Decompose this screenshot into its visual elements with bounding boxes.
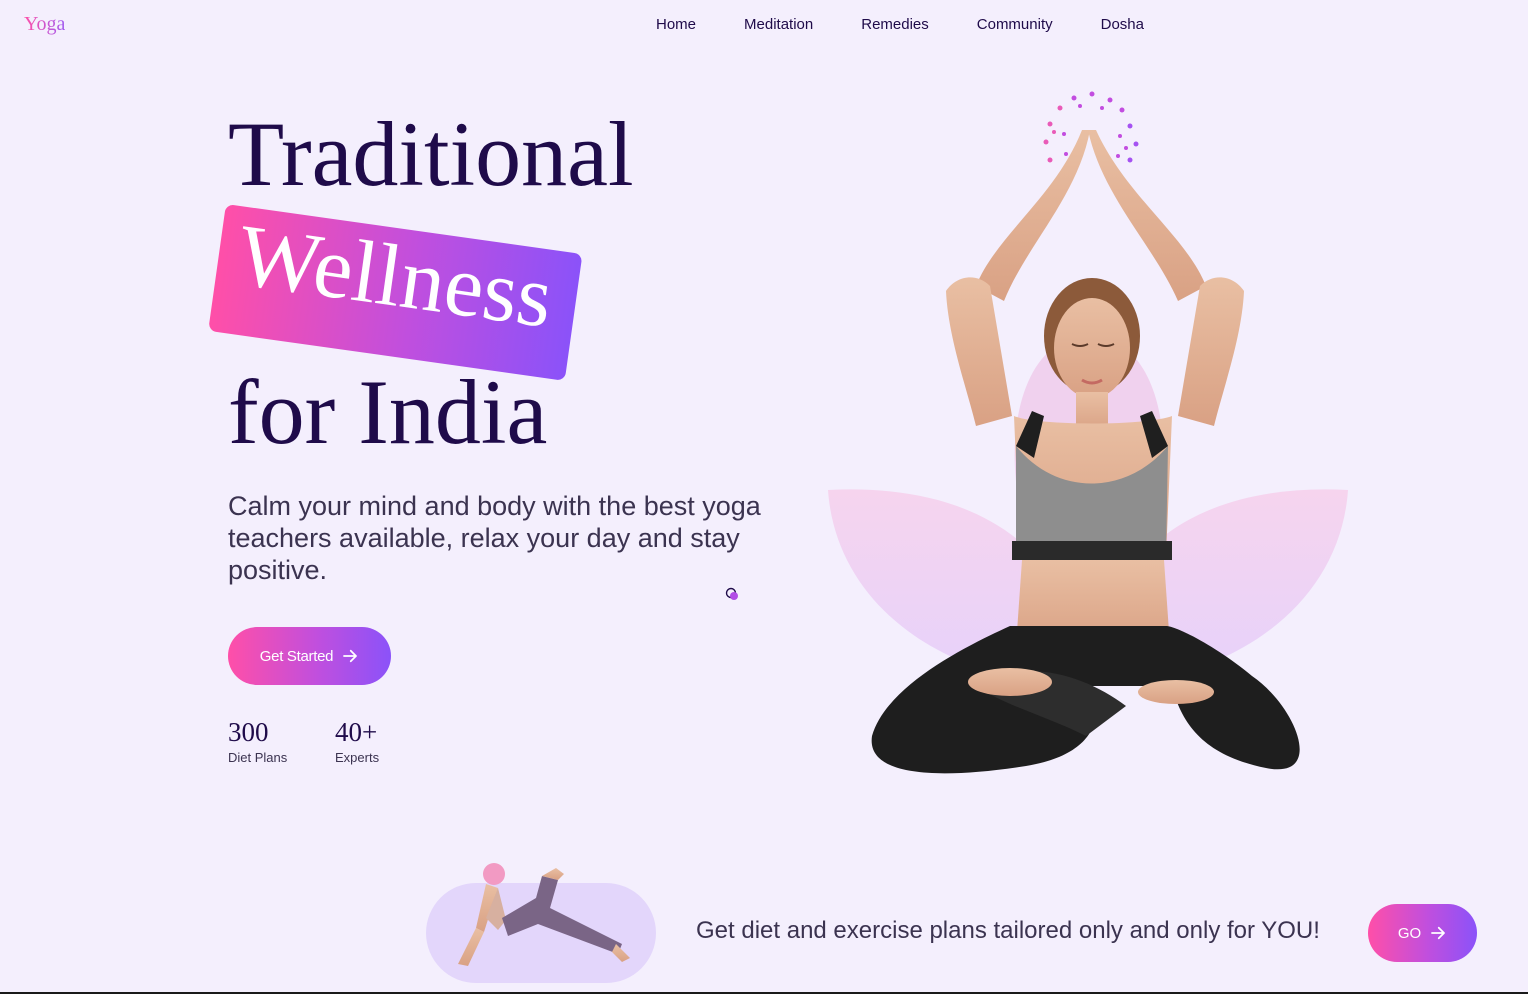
get-started-button[interactable]: Get Started — [228, 627, 391, 685]
yoga-woman-illustration — [828, 91, 1348, 774]
yoga-pose-illustration — [458, 863, 630, 966]
stat-experts: 40+ Experts — [335, 716, 379, 765]
main-nav: Home Meditation Remedies Community Dosha — [656, 16, 1192, 33]
hero-title-line3: for India — [228, 361, 548, 463]
stat-label: Experts — [335, 750, 380, 765]
banner-text: Get diet and exercise plans tailored onl… — [696, 917, 1320, 944]
nav-meditation[interactable]: Meditation — [744, 16, 813, 33]
nav-home[interactable]: Home — [656, 16, 696, 33]
nav-community[interactable]: Community — [977, 16, 1053, 33]
cursor-icon — [725, 587, 738, 600]
logo[interactable]: Yoga — [24, 13, 65, 36]
nav-remedies[interactable]: Remedies — [861, 16, 929, 33]
landing-page: Yoga Home Meditation Remedies Community … — [0, 0, 1528, 994]
hero-subtitle: Calm your mind and body with the best yo… — [228, 491, 761, 585]
arrow-right-icon — [343, 649, 358, 663]
go-label: GO — [1397, 924, 1422, 942]
hero-title-line1: Traditional — [228, 103, 634, 205]
stat-value: 40+ — [335, 717, 378, 747]
arrow-right-icon — [1431, 926, 1446, 940]
get-started-label: Get Started — [259, 647, 334, 665]
nav-dosha[interactable]: Dosha — [1101, 16, 1144, 33]
stat-label: Diet Plans — [228, 750, 288, 765]
stat-value: 300 — [228, 717, 269, 747]
go-button[interactable]: GO — [1368, 904, 1477, 962]
stat-diet-plans: 300 Diet Plans — [228, 716, 287, 765]
